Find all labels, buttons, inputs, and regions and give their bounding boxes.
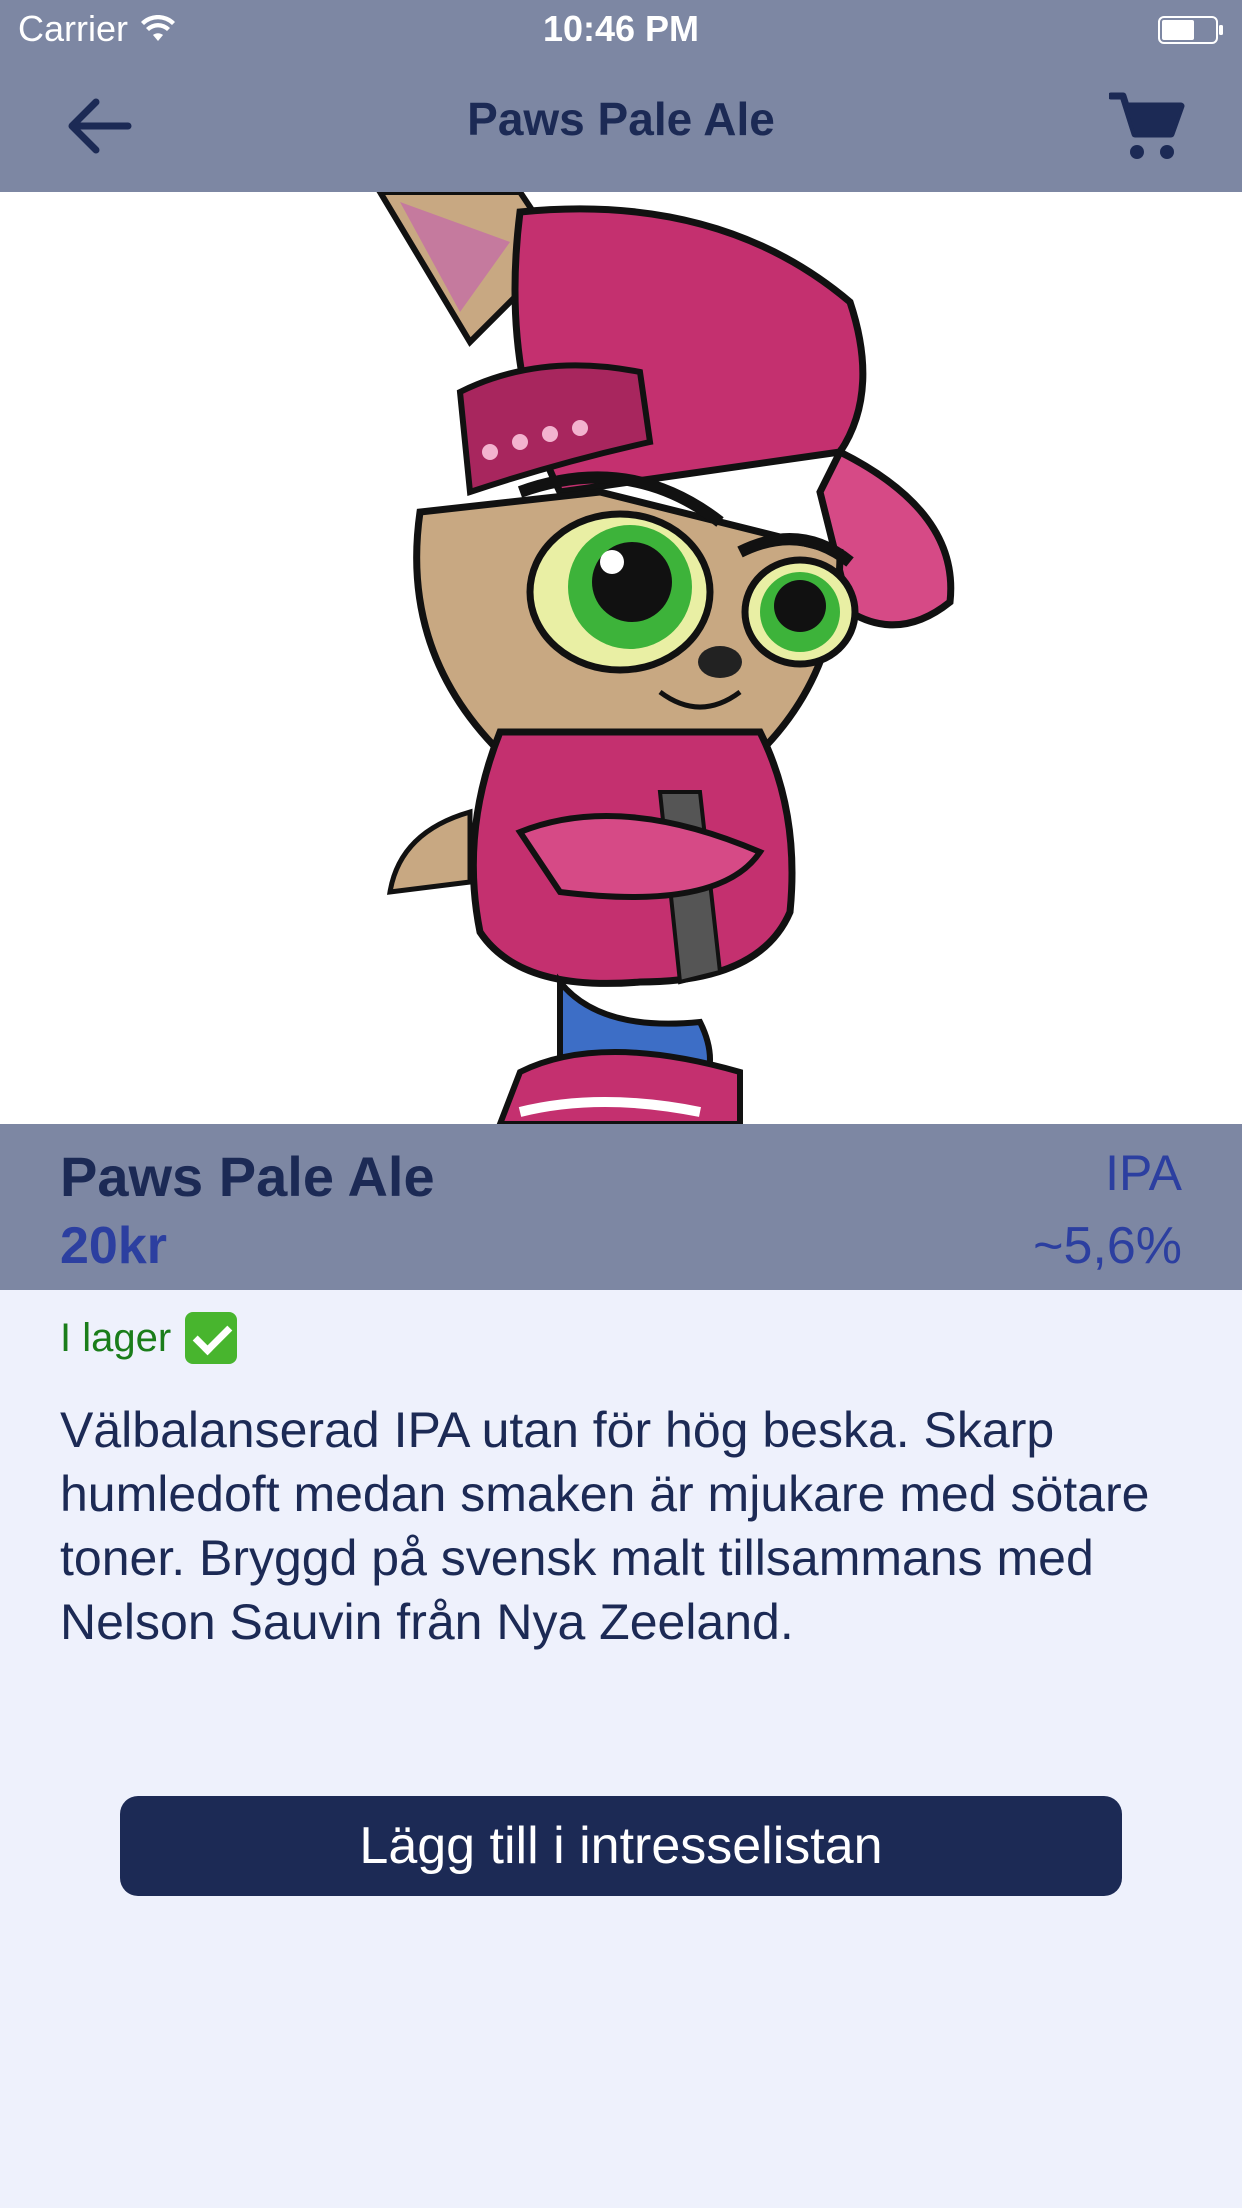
product-description: Välbalanserad IPA utan för hög beska. Sk…: [60, 1402, 1150, 1650]
cart-button[interactable]: [1102, 86, 1192, 166]
add-to-interest-list-button[interactable]: Lägg till i intresselistan: [120, 1796, 1122, 1896]
cart-icon: [1109, 92, 1185, 159]
battery-icon: [1158, 16, 1223, 44]
cat-illustration: [376, 192, 955, 1124]
product-abv: ~5,6%: [1033, 1217, 1182, 1275]
navigation-bar: Paws Pale Ale: [0, 60, 1242, 192]
product-image: [0, 192, 1242, 1124]
product-name: Paws Pale Ale: [60, 1145, 435, 1208]
top-bar: Carrier 10:46 PM Paws Pale Ale: [0, 0, 1242, 192]
status-time: 10:46 PM: [542, 8, 700, 49]
product-price: 20kr: [60, 1217, 167, 1275]
stock-label: I lager: [60, 1315, 172, 1360]
check-mark-icon: [185, 1312, 238, 1364]
page-title: Paws Pale Ale: [467, 93, 775, 145]
product-detail-screen: Carrier 10:46 PM Paws Pale Ale Paws Pale…: [0, 0, 1242, 2208]
product-type: IPA: [1105, 1145, 1182, 1201]
status-bar: Carrier 10:46 PM: [0, 0, 1242, 60]
product-info-band: Paws Pale Ale 20kr IPA ~5,6%: [0, 1124, 1242, 1290]
stock-status: I lager: [60, 1312, 238, 1364]
